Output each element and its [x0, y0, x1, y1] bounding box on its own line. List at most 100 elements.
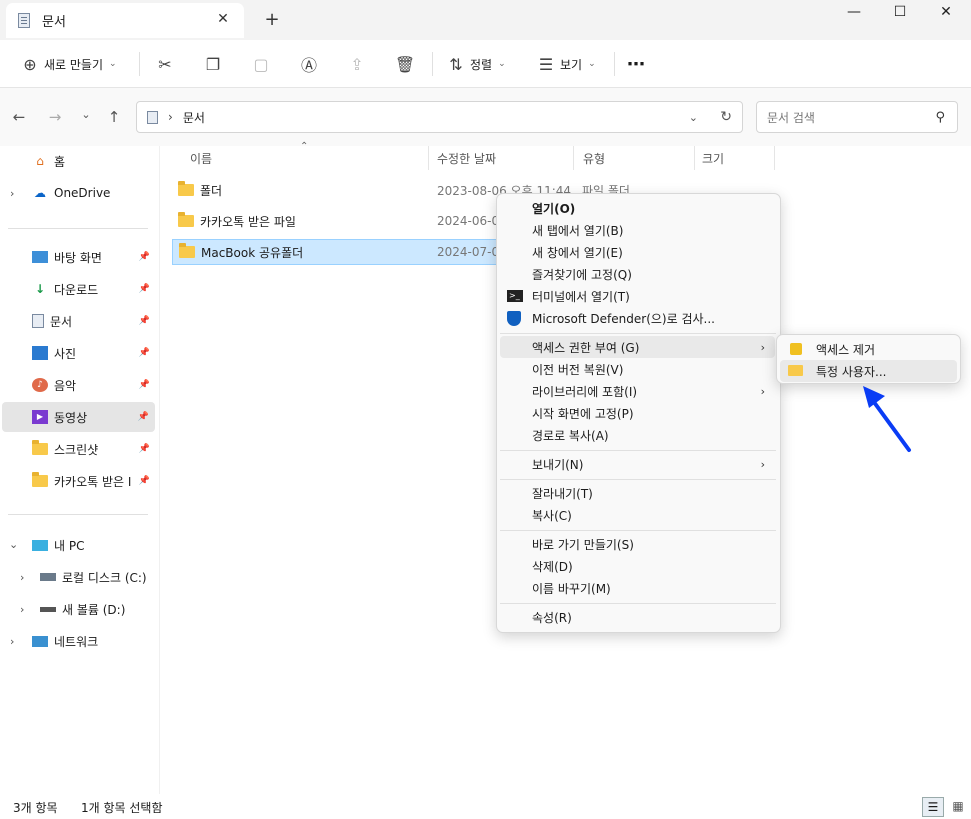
breadcrumb-documents[interactable]: 문서 — [183, 109, 205, 126]
column-header-name[interactable]: 이름 — [190, 150, 212, 167]
menu-item-restore-previous[interactable]: 이전 버전 복원(V) — [500, 358, 775, 380]
close-window-button[interactable]: ✕ — [923, 0, 969, 24]
refresh-icon[interactable]: ↻ — [720, 109, 732, 125]
minimize-button[interactable]: — — [831, 0, 877, 24]
menu-item-copy[interactable]: 복사(C) — [500, 504, 775, 526]
menu-item-open-new-window[interactable]: 새 창에서 열기(E) — [500, 241, 775, 263]
up-arrow-icon[interactable]: ↑ — [104, 108, 124, 126]
menu-item-cut[interactable]: 잘라내기(T) — [500, 482, 775, 504]
sidebar-item-onedrive[interactable]: › ☁ OneDrive — [0, 178, 156, 208]
plus-circle-icon: ⊕ — [23, 54, 37, 74]
expand-chevron-icon[interactable]: › — [10, 187, 14, 200]
sidebar-item-this-pc[interactable]: ⌄ 내 PC — [0, 530, 156, 560]
menu-item-delete[interactable]: 삭제(D) — [500, 555, 775, 577]
menu-item-include-library[interactable]: 라이브러리에 포함(I) › — [500, 380, 775, 402]
folder-icon — [178, 212, 194, 227]
file-name: MacBook 공유폴더 — [201, 245, 304, 260]
drive-icon — [40, 606, 56, 612]
sidebar-item-kakaotalk[interactable]: 카카오톡 받은 I 📌 — [0, 466, 156, 496]
tiles-view-icon[interactable]: ▦ — [948, 797, 968, 817]
back-arrow-icon[interactable]: ← — [9, 108, 29, 126]
delete-button[interactable]: 🗑 — [393, 52, 417, 76]
sidebar-item-videos[interactable]: ▶ 동영상 📌 — [2, 402, 155, 432]
address-dropdown-icon[interactable]: ⌄ — [689, 111, 698, 124]
search-input[interactable]: 문서 검색 ⚲ — [756, 101, 958, 133]
new-tab-button[interactable]: + — [262, 9, 282, 30]
sidebar-label: 스크린샷 — [54, 442, 99, 457]
sidebar-item-drive-d[interactable]: › 새 볼륨 (D:) — [0, 594, 156, 624]
menu-item-pin-favorites[interactable]: 즐겨찾기에 고정(Q) — [500, 263, 775, 285]
menu-item-defender-scan[interactable]: Microsoft Defender(으)로 검사... — [500, 307, 775, 329]
column-divider[interactable] — [774, 146, 775, 170]
recent-chevron-icon[interactable]: ⌄ — [76, 108, 96, 121]
file-date: 2024-06-0 — [437, 214, 500, 228]
sort-icon: ⇅ — [449, 54, 463, 74]
menu-item-send-to[interactable]: 보내기(N) › — [500, 453, 775, 475]
expand-chevron-icon[interactable]: › — [10, 635, 14, 648]
menu-item-pin-start[interactable]: 시작 화면에 고정(P) — [500, 402, 775, 424]
submenu-item-remove-access[interactable]: 액세스 제거 — [780, 338, 957, 360]
menu-item-open[interactable]: 열기(O) — [500, 197, 775, 219]
menu-item-rename[interactable]: 이름 바꾸기(M) — [500, 577, 775, 599]
cut-button[interactable]: ✂ — [153, 52, 177, 76]
sidebar-item-pictures[interactable]: 사진 📌 — [0, 338, 156, 368]
menu-item-give-access[interactable]: 액세스 권한 부여 (G) › — [500, 336, 775, 358]
selection-count: 1개 항목 선택함 — [81, 801, 163, 815]
pin-icon: 📌 — [137, 412, 149, 422]
column-header-modified[interactable]: 수정한 날짜 — [437, 150, 496, 167]
download-icon: ↓ — [34, 282, 46, 296]
expand-chevron-icon[interactable]: ⌄ — [9, 538, 18, 551]
menu-item-properties[interactable]: 속성(R) — [500, 606, 775, 628]
copy-button[interactable]: ❐ — [201, 52, 225, 76]
sidebar-item-drive-c[interactable]: › 로컬 디스크 (C:) — [0, 562, 156, 592]
sidebar-label: 문서 — [50, 314, 73, 329]
menu-item-open-new-tab[interactable]: 새 탭에서 열기(B) — [500, 219, 775, 241]
home-icon: ⌂ — [36, 154, 44, 168]
pin-icon: 📌 — [138, 252, 150, 262]
video-icon: ▶ — [32, 410, 48, 424]
sidebar-item-downloads[interactable]: ↓ 다운로드 📌 — [0, 274, 156, 304]
search-icon: ⚲ — [935, 109, 945, 125]
column-header-size[interactable]: 크기 — [702, 150, 724, 167]
more-options-button[interactable]: ⋯ — [627, 52, 645, 76]
terminal-icon: >_ — [507, 290, 523, 302]
details-view-icon[interactable]: ☰ — [922, 797, 944, 817]
sidebar-item-screenshots[interactable]: 스크린샷 📌 — [0, 434, 156, 464]
menu-item-open-terminal[interactable]: >_ 터미널에서 열기(T) — [500, 285, 775, 307]
view-button[interactable]: ☰ 보기 ⌄ — [534, 52, 596, 76]
expand-chevron-icon[interactable]: › — [20, 571, 24, 584]
new-button[interactable]: ⊕ 새로 만들기 ⌄ — [18, 52, 116, 76]
menu-item-create-shortcut[interactable]: 바로 가기 만들기(S) — [500, 533, 775, 555]
column-divider[interactable] — [573, 146, 574, 170]
tab-documents[interactable]: 문서 ✕ — [6, 3, 244, 38]
chevron-right-icon: › — [760, 457, 765, 471]
column-header-type[interactable]: 유형 — [583, 150, 605, 167]
rename-button[interactable]: Ⓐ — [297, 52, 321, 76]
music-icon: ♪ — [32, 378, 48, 392]
forward-arrow-icon[interactable]: → — [45, 108, 65, 126]
column-divider[interactable] — [694, 146, 695, 170]
expand-chevron-icon[interactable]: › — [20, 603, 24, 616]
sidebar-label: 홈 — [54, 154, 66, 169]
sidebar-item-desktop[interactable]: 바탕 화면 📌 — [0, 242, 156, 272]
paste-icon: ▢ — [253, 54, 269, 74]
sidebar-label: 새 볼륨 (D:) — [62, 602, 126, 617]
rename-icon: Ⓐ — [300, 56, 317, 75]
menu-divider — [500, 530, 776, 531]
sidebar-item-music[interactable]: ♪ 음악 📌 — [0, 370, 156, 400]
breadcrumb-separator-icon: › — [168, 110, 173, 124]
maximize-button[interactable]: ☐ — [877, 0, 923, 24]
close-tab-icon[interactable]: ✕ — [214, 11, 232, 27]
column-divider[interactable] — [428, 146, 429, 170]
paste-button[interactable]: ▢ — [249, 52, 273, 76]
sidebar-label: 동영상 — [54, 410, 88, 425]
sidebar-item-network[interactable]: › 네트워크 — [0, 626, 156, 656]
share-button[interactable]: ⇪ — [345, 52, 369, 76]
sidebar-item-documents[interactable]: 문서 📌 — [0, 306, 156, 336]
sort-button[interactable]: ⇅ 정렬 ⌄ — [444, 52, 505, 76]
address-bar[interactable]: › 문서 ⌄ ↻ — [136, 101, 743, 133]
sidebar-item-home[interactable]: ⌂ 홈 — [0, 146, 156, 176]
view-list-icon: ☰ — [538, 54, 554, 74]
menu-divider — [500, 603, 776, 604]
menu-item-copy-path[interactable]: 경로로 복사(A) — [500, 424, 775, 446]
